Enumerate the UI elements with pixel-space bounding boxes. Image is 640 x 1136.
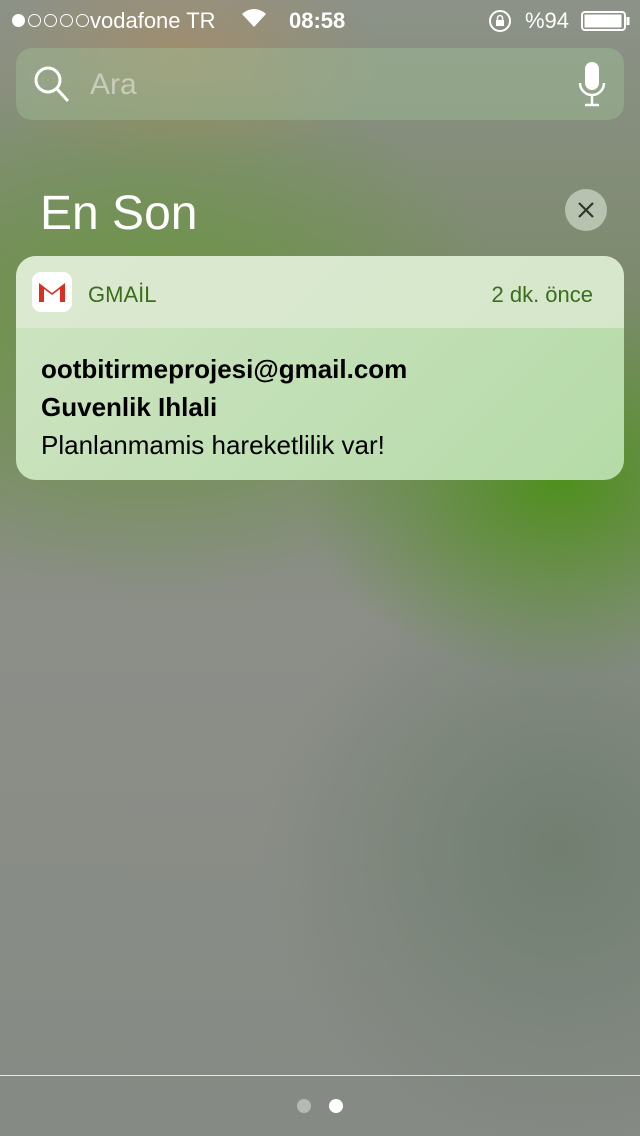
section-title: En Son bbox=[40, 187, 198, 240]
notification-header: GMAİL 2 dk. önce bbox=[16, 256, 624, 328]
notification-subject: Guvenlik Ihlali bbox=[41, 392, 218, 422]
signal-strength-icon bbox=[12, 14, 89, 27]
microphone-icon[interactable] bbox=[578, 61, 606, 112]
wifi-icon bbox=[240, 6, 268, 34]
search-icon bbox=[32, 64, 72, 109]
clock: 08:58 bbox=[289, 8, 346, 33]
notification-card[interactable]: GMAİL 2 dk. önce ootbitirmeprojesi@gmail… bbox=[16, 256, 624, 480]
notification-time: 2 dk. önce bbox=[491, 282, 593, 307]
page-indicator[interactable] bbox=[297, 1099, 343, 1113]
battery-icon bbox=[581, 11, 631, 37]
gmail-icon bbox=[32, 272, 72, 312]
clear-notifications-button[interactable] bbox=[565, 189, 607, 231]
page-dot-current[interactable] bbox=[329, 1099, 343, 1113]
app-name: GMAİL bbox=[88, 282, 157, 307]
divider bbox=[0, 1075, 640, 1076]
notification-sender: ootbitirmeprojesi@gmail.com bbox=[41, 354, 408, 384]
carrier-label: vodafone TR bbox=[90, 8, 216, 33]
status-bar: vodafone TR 08:58 %94 bbox=[0, 0, 640, 40]
battery-percent: %94 bbox=[525, 8, 570, 33]
page-dot[interactable] bbox=[297, 1099, 311, 1113]
notification-message: Planlanmamis hareketlilik var! bbox=[41, 430, 385, 460]
search-bar[interactable]: Ara bbox=[16, 48, 624, 120]
close-icon bbox=[578, 202, 594, 218]
rotation-lock-icon bbox=[488, 9, 512, 39]
search-input[interactable]: Ara bbox=[90, 68, 137, 102]
